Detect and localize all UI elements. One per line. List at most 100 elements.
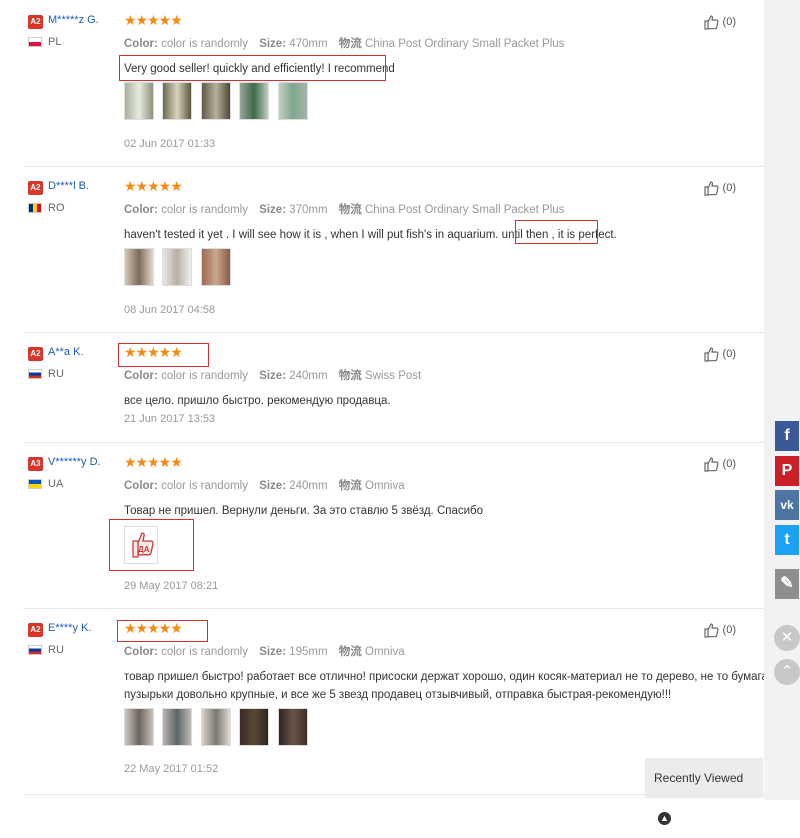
reviewer-country: UA [48, 478, 64, 490]
review-photo[interactable] [162, 248, 193, 286]
pinterest-icon: P [781, 462, 793, 479]
review-text: Товар не пришел. Вернули деньги. За это … [124, 505, 484, 517]
flag-ua-icon [28, 479, 42, 489]
order-info: Color: color is randomly Size: 195mm 物流 … [124, 643, 413, 659]
review-photo[interactable] [239, 708, 270, 746]
shipping-value: Swiss Post [365, 370, 422, 382]
shipping-key: 物流 [338, 646, 362, 658]
color-key: Color: [124, 646, 158, 658]
like-button[interactable]: (0) [703, 456, 736, 472]
review-photos [124, 248, 235, 288]
size-value: 370mm [289, 204, 328, 216]
shipping-value: Omniva [365, 646, 405, 658]
like-count: (0) [722, 15, 736, 28]
like-count: (0) [722, 623, 736, 636]
shipping-value: Omniva [365, 480, 405, 492]
review-item: A2 M*****z G. PL ★★★★★ Color: color is r… [24, 0, 764, 167]
review-photo[interactable] [277, 82, 308, 120]
vk-share-button[interactable]: vk [775, 490, 799, 520]
review-photo[interactable] [124, 82, 154, 120]
shipping-key: 物流 [338, 480, 362, 492]
review-text-line: пузырьки довольно крупные, и все же 5 зв… [124, 689, 672, 701]
size-key: Size: [259, 370, 287, 382]
reviewer-country: RU [48, 368, 64, 380]
size-key: Size: [259, 38, 287, 50]
review-photo[interactable] [200, 248, 231, 286]
size-value: 195mm [289, 646, 328, 658]
size-value: 470mm [289, 38, 328, 50]
reviewer-name[interactable]: M*****z G. [48, 14, 99, 26]
shipping-key: 物流 [338, 38, 362, 50]
highlight-box [118, 343, 209, 367]
rating-stars: ★★★★★ [124, 12, 183, 28]
twitter-share-button[interactable]: t [775, 525, 799, 555]
size-key: Size: [259, 480, 287, 492]
review-photos [124, 708, 312, 748]
order-info: Color: color is randomly Size: 240mm 物流 … [124, 367, 429, 383]
recently-viewed-label: Recently Viewed [654, 771, 744, 785]
review-photo[interactable] [239, 82, 270, 120]
thumbs-up-icon [704, 181, 720, 196]
review-photo[interactable] [162, 82, 193, 120]
highlight-box [515, 220, 598, 244]
review-date: 08 Jun 2017 04:58 [124, 304, 216, 316]
pencil-icon: ✎ [780, 575, 794, 592]
color-value: color is randomly [161, 646, 248, 658]
close-button[interactable]: ✕ [774, 625, 800, 651]
facebook-icon: f [784, 427, 790, 444]
like-button[interactable]: (0) [703, 14, 736, 30]
reviewer-name[interactable]: D****l B. [48, 180, 89, 192]
color-key: Color: [124, 480, 158, 492]
order-info: Color: color is randomly Size: 240mm 物流 … [124, 477, 413, 493]
buyer-level-badge: A2 [28, 15, 43, 29]
pinterest-share-button[interactable]: P [775, 456, 799, 486]
facebook-share-button[interactable]: f [775, 421, 799, 451]
buyer-level-badge: A3 [28, 457, 43, 471]
review-photo[interactable] [200, 82, 231, 120]
highlight-box [109, 519, 194, 571]
back-to-top-button[interactable]: ⌃ [774, 659, 800, 685]
like-button[interactable]: (0) [703, 180, 736, 196]
like-button[interactable]: (0) [703, 622, 736, 638]
buyer-level-badge: A2 [28, 347, 43, 361]
review-photo[interactable] [277, 708, 308, 746]
shipping-key: 物流 [338, 370, 362, 382]
review-item: A2 D****l B. RO ★★★★★ Color: color is ra… [24, 166, 764, 333]
review-photo[interactable] [200, 708, 231, 746]
thumbs-up-icon [704, 15, 720, 30]
like-count: (0) [722, 181, 736, 194]
chevron-up-icon: ⌃ [780, 663, 794, 680]
reviewer-name[interactable]: A**a K. [48, 346, 83, 358]
flag-pl-icon [28, 37, 42, 47]
size-key: Size: [259, 646, 287, 658]
review-photo[interactable] [124, 248, 154, 286]
edit-button[interactable]: ✎ [775, 569, 799, 599]
reviewer-name[interactable]: E****y K. [48, 622, 91, 634]
highlight-box [117, 620, 208, 642]
color-value: color is randomly [161, 480, 248, 492]
buyer-level-badge: A2 [28, 623, 43, 637]
flag-ru-icon [28, 645, 42, 655]
reviews-panel: A2 M*****z G. PL ★★★★★ Color: color is r… [0, 0, 771, 800]
size-key: Size: [259, 204, 287, 216]
color-value: color is randomly [161, 370, 248, 382]
reviewer-name[interactable]: V******y D. [48, 456, 101, 468]
rating-stars: ★★★★★ [124, 178, 183, 194]
review-photo[interactable] [162, 708, 193, 746]
order-info: Color: color is randomly Size: 370mm 物流 … [124, 201, 572, 217]
shipping-value: China Post Ordinary Small Packet Plus [365, 204, 565, 216]
highlight-box [119, 55, 386, 81]
review-text: все цело. пришло быстро. рекомендую прод… [124, 395, 391, 407]
review-date: 22 May 2017 01:52 [124, 763, 219, 775]
like-count: (0) [722, 347, 736, 360]
shipping-value: China Post Ordinary Small Packet Plus [365, 38, 565, 50]
thumbs-up-icon [704, 457, 720, 472]
review-date: 21 Jun 2017 13:53 [124, 413, 216, 425]
review-text: товар пришел быстро! работает все отличн… [124, 668, 771, 704]
recently-viewed-bar[interactable]: Recently Viewed ▲ [645, 758, 763, 826]
shipping-key: 物流 [338, 204, 362, 216]
reviewer-country: PL [48, 36, 62, 48]
reviewer-country: RO [48, 202, 65, 214]
like-button[interactable]: (0) [703, 346, 736, 362]
review-photo[interactable] [124, 708, 154, 746]
